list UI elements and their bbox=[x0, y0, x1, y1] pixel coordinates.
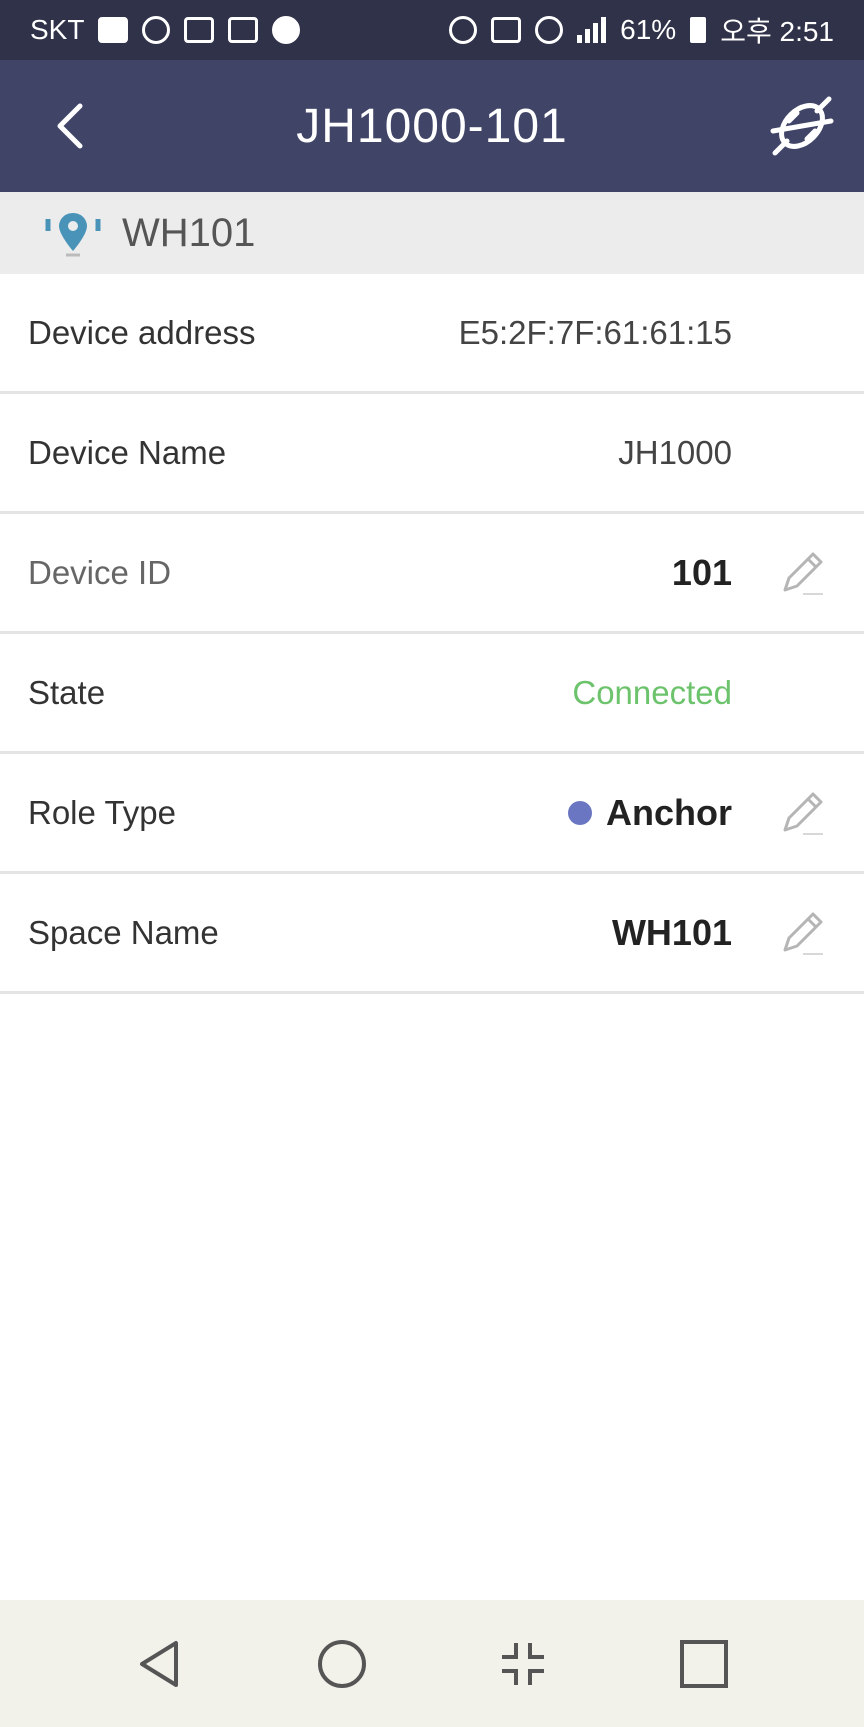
wifi-icon bbox=[535, 16, 564, 44]
nav-back-button[interactable] bbox=[121, 1624, 201, 1704]
role-type-text: Anchor bbox=[606, 791, 732, 833]
chevron-left-icon bbox=[57, 103, 83, 149]
message-icon bbox=[98, 17, 129, 43]
battery-icon bbox=[690, 17, 707, 43]
space-name-value: WH101 bbox=[611, 911, 732, 953]
nav-home-button[interactable] bbox=[302, 1624, 382, 1704]
status-left: SKT bbox=[30, 14, 301, 46]
app-bar: JH1000-101 bbox=[0, 60, 864, 192]
gallery-icon bbox=[228, 17, 259, 43]
row-state: State Connected bbox=[0, 634, 864, 754]
state-label: State bbox=[28, 673, 106, 711]
clock: 오후 2:51 bbox=[720, 16, 834, 47]
page-title: JH1000-101 bbox=[296, 99, 568, 153]
back-triangle-icon bbox=[139, 1640, 178, 1687]
space-header: WH101 bbox=[0, 192, 864, 274]
bluetooth-icon bbox=[449, 16, 478, 44]
edit-role-type-button[interactable] bbox=[774, 785, 830, 841]
state-value: Connected bbox=[572, 673, 732, 711]
device-address-label: Device address bbox=[28, 313, 256, 351]
pencil-icon bbox=[783, 552, 823, 595]
status-bar: SKT 61% 오후 2:51 bbox=[0, 0, 864, 60]
chat-icon bbox=[142, 16, 171, 44]
battery-percent: 61% bbox=[620, 14, 677, 45]
anchor-dot-icon bbox=[568, 800, 592, 825]
w-app-icon bbox=[272, 16, 301, 44]
split-screen-icon bbox=[501, 1642, 544, 1685]
recents-square-icon bbox=[679, 1639, 728, 1688]
nfc-icon bbox=[491, 17, 522, 43]
device-info-list: Device address E5:2F:7F:61:61:15 Device … bbox=[0, 274, 864, 994]
nav-split-button[interactable] bbox=[483, 1624, 563, 1704]
nav-recents-button[interactable] bbox=[664, 1624, 744, 1704]
location-pin-icon bbox=[44, 208, 102, 258]
pencil-icon bbox=[783, 912, 823, 955]
device-name-label: Device Name bbox=[28, 433, 227, 471]
row-device-address: Device address E5:2F:7F:61:61:15 bbox=[0, 274, 864, 394]
plug-disconnect-icon bbox=[770, 96, 834, 156]
disconnect-button[interactable] bbox=[766, 90, 838, 162]
space-name-label: Space Name bbox=[28, 913, 219, 951]
device-name-value: JH1000 bbox=[618, 433, 732, 471]
row-device-name: Device Name JH1000 bbox=[0, 394, 864, 514]
row-device-id: Device ID 101 bbox=[0, 514, 864, 634]
device-id-label: Device ID bbox=[28, 553, 172, 591]
device-id-value: 101 bbox=[671, 551, 732, 593]
device-address-value: E5:2F:7F:61:61:15 bbox=[458, 313, 732, 351]
row-role-type: Role Type Anchor bbox=[0, 754, 864, 874]
nav-bar bbox=[0, 1600, 864, 1727]
a-app-icon bbox=[184, 17, 215, 43]
status-right: 61% 오후 2:51 bbox=[449, 10, 834, 50]
role-type-label: Role Type bbox=[28, 793, 176, 831]
edit-device-id-button[interactable] bbox=[774, 545, 830, 601]
row-space-name: Space Name WH101 bbox=[0, 874, 864, 994]
edit-space-name-button[interactable] bbox=[774, 905, 830, 961]
back-button[interactable] bbox=[40, 96, 100, 156]
carrier-label: SKT bbox=[30, 14, 85, 45]
signal-icon bbox=[577, 17, 607, 43]
role-type-value: Anchor bbox=[568, 792, 732, 834]
pencil-icon bbox=[783, 792, 823, 835]
home-circle-icon bbox=[317, 1639, 366, 1688]
space-header-label: WH101 bbox=[122, 210, 256, 255]
